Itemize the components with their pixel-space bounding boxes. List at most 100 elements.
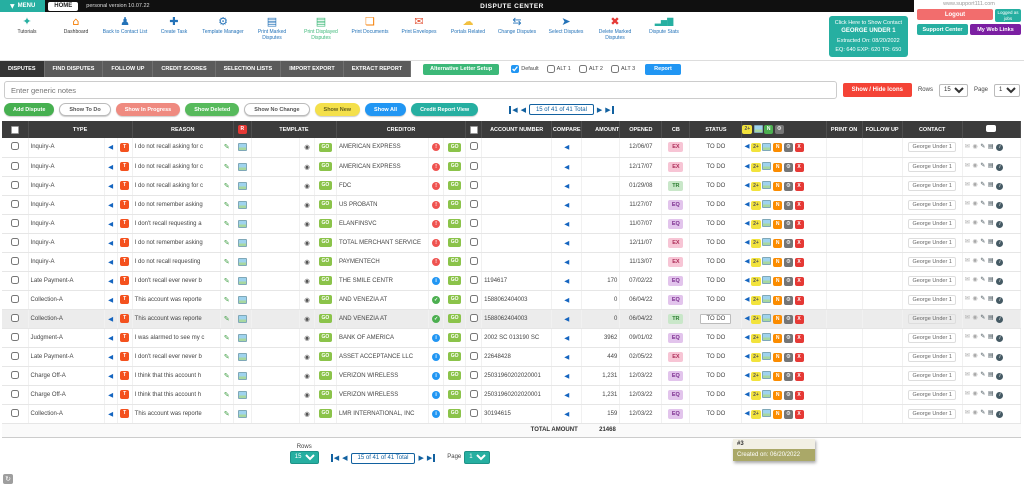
delete-badge[interactable]: X <box>794 200 804 210</box>
creditor-status-icon[interactable]: i <box>432 409 441 418</box>
status-compare-arrow-icon[interactable]: ◀ <box>744 181 749 189</box>
gear-badge[interactable]: ⚙ <box>783 181 793 191</box>
status-text[interactable]: TO DO <box>706 297 725 303</box>
envelope-icon[interactable]: ✉ <box>965 238 970 245</box>
go-button[interactable]: GO <box>447 276 462 285</box>
delete-badge[interactable]: X <box>794 257 804 267</box>
edit-icon[interactable]: ✎ <box>980 352 985 359</box>
compare-arrow-icon[interactable]: ◀ <box>108 315 113 323</box>
print-icon[interactable]: ▤ <box>988 314 994 321</box>
delete-badge[interactable]: X <box>794 219 804 229</box>
tab-follow-up[interactable]: FOLLOW UP <box>103 61 154 77</box>
n-badge[interactable]: N <box>773 162 783 172</box>
image-icon[interactable] <box>237 371 247 380</box>
home-button[interactable]: HOME <box>48 1 79 11</box>
credit-report-view-button[interactable]: Credit Report View <box>411 103 479 116</box>
row-checkbox[interactable] <box>10 161 19 170</box>
image-icon[interactable] <box>762 408 772 417</box>
add-dispute-button[interactable]: Add Dispute <box>4 103 55 116</box>
n-badge[interactable]: N <box>773 200 783 210</box>
gear-badge[interactable]: ⚙ <box>783 371 793 381</box>
compare-arrow-icon[interactable]: ◀ <box>564 258 569 266</box>
compare-arrow-icon[interactable]: ◀ <box>108 258 113 266</box>
info-icon[interactable]: i <box>996 296 1004 304</box>
n-badge[interactable]: N <box>773 181 783 191</box>
creditor-status-icon[interactable]: ! <box>432 238 441 247</box>
status-text[interactable]: TO DO <box>706 240 725 246</box>
image-icon[interactable] <box>762 256 772 265</box>
account-checkbox[interactable] <box>469 313 478 322</box>
tab-find-disputes[interactable]: FIND DISPUTES <box>44 61 104 77</box>
row-checkbox[interactable] <box>10 351 19 360</box>
row-checkbox[interactable] <box>10 370 19 379</box>
t-badge[interactable]: T <box>120 200 130 209</box>
row-checkbox[interactable] <box>10 142 19 151</box>
row-checkbox[interactable] <box>10 237 19 246</box>
tab-import-export[interactable]: IMPORT EXPORT <box>281 61 344 77</box>
status-text[interactable]: TO DO <box>706 354 725 360</box>
envelope-icon[interactable]: ✉ <box>965 314 970 321</box>
status-text[interactable]: TO DO <box>706 164 725 170</box>
compare-arrow-icon[interactable]: ◀ <box>564 163 569 171</box>
two-plus-badge[interactable]: 2+ <box>751 276 761 286</box>
image-icon[interactable] <box>237 333 247 342</box>
edit-icon[interactable]: ✎ <box>980 181 985 188</box>
image-icon[interactable] <box>762 180 772 189</box>
letter-option-alt-1[interactable]: ALT 1 <box>546 65 571 73</box>
two-plus-badge[interactable]: 2+ <box>742 125 753 135</box>
two-plus-badge[interactable]: 2+ <box>751 143 761 153</box>
disc-icon[interactable]: ◉ <box>972 314 977 321</box>
tab-extract-report[interactable]: EXTRACT REPORT <box>343 61 412 77</box>
gear-badge[interactable]: ⚙ <box>783 352 793 362</box>
go-button[interactable]: GO <box>447 314 462 323</box>
footer-page-select[interactable]: 1 <box>464 450 491 464</box>
gear-badge[interactable]: ⚙ <box>783 143 793 153</box>
t-badge[interactable]: T <box>120 181 130 190</box>
disc-icon[interactable]: ◉ <box>972 238 977 245</box>
go-button[interactable]: GO <box>318 352 333 361</box>
status-text[interactable]: TO DO <box>706 144 725 150</box>
image-icon[interactable] <box>762 218 772 227</box>
status-compare-arrow-icon[interactable]: ◀ <box>744 162 749 170</box>
envelope-icon[interactable]: ✉ <box>965 371 970 378</box>
toolbar-item[interactable]: ✦ Tutorials <box>4 15 50 41</box>
creditor-status-icon[interactable]: i <box>432 276 441 285</box>
show-deleted-button[interactable]: Show Deleted <box>185 103 240 116</box>
print-icon[interactable]: ▤ <box>988 257 994 264</box>
status-text[interactable]: TO DO <box>706 335 725 341</box>
image-icon[interactable] <box>237 257 247 266</box>
image-icon[interactable] <box>237 200 247 209</box>
status-text[interactable]: TO DO <box>706 259 725 265</box>
generic-notes-input[interactable] <box>4 81 837 99</box>
t-badge[interactable]: T <box>120 238 130 247</box>
go-button[interactable]: GO <box>318 314 333 323</box>
two-plus-badge[interactable]: 2+ <box>751 162 761 172</box>
creditor-status-icon[interactable]: i <box>432 390 441 399</box>
info-icon[interactable]: i <box>996 391 1004 399</box>
t-badge[interactable]: T <box>120 390 130 399</box>
disc-icon[interactable]: ◉ <box>972 200 977 207</box>
first-page-icon[interactable]: ◀ <box>330 454 339 462</box>
two-plus-badge[interactable]: 2+ <box>751 333 761 343</box>
two-plus-badge[interactable]: 2+ <box>751 257 761 267</box>
t-badge[interactable]: T <box>120 162 130 171</box>
two-plus-badge[interactable]: 2+ <box>751 390 761 400</box>
go-button[interactable]: GO <box>318 333 333 342</box>
n-badge[interactable]: N <box>773 257 783 267</box>
compare-arrow-icon[interactable]: ◀ <box>564 201 569 209</box>
account-checkbox[interactable] <box>469 218 478 227</box>
envelope-icon[interactable]: ✉ <box>965 333 970 340</box>
compare-arrow-icon[interactable]: ◀ <box>108 163 113 171</box>
creditor-status-icon[interactable]: ! <box>432 257 441 266</box>
creditor-status-icon[interactable]: i <box>432 333 441 342</box>
n-badge[interactable]: N <box>773 219 783 229</box>
gear-badge[interactable]: ⚙ <box>783 238 793 248</box>
envelope-icon[interactable]: ✉ <box>965 200 970 207</box>
recycle-icon[interactable]: ↻ <box>3 474 13 484</box>
compare-arrow-icon[interactable]: ◀ <box>108 239 113 247</box>
row-checkbox[interactable] <box>10 313 19 322</box>
go-button[interactable]: GO <box>318 142 333 152</box>
image-icon[interactable] <box>237 276 247 285</box>
toolbar-item[interactable]: ➤ Select Disputes <box>543 15 589 41</box>
edit-reason-icon[interactable]: ✎ <box>224 182 230 190</box>
